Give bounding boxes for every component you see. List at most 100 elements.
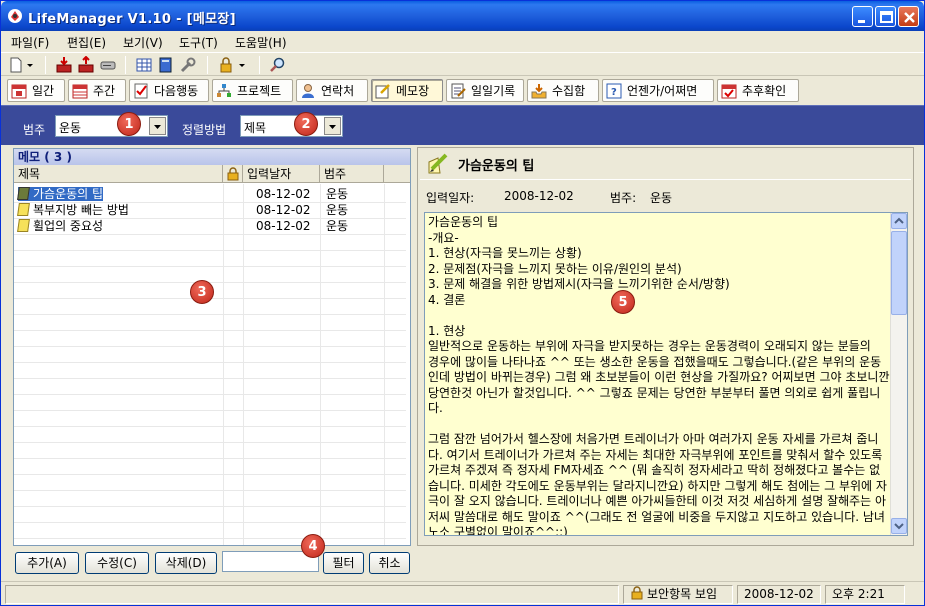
module-contacts-button[interactable]: 연락처	[296, 79, 368, 102]
table-row[interactable]: 복부지방 빼는 방법 08-12-02 운동	[14, 202, 406, 218]
sort-label: 정렬방법	[182, 123, 227, 137]
sort-select[interactable]: 제목	[240, 115, 343, 137]
memo-title: 가슴운동의 팁	[33, 187, 104, 201]
edit-button[interactable]: 수정(C)	[85, 552, 149, 574]
column-header-category[interactable]: 범주	[320, 165, 384, 183]
chevron-down-icon[interactable]	[149, 117, 166, 135]
memo-title: 복부지방 빼는 방법	[33, 203, 129, 217]
app-window: LifeManager V1.10 - [메모장] 파일(F) 편집(E) 보기…	[0, 0, 925, 606]
module-label: 주간	[93, 84, 116, 98]
module-inbox-button[interactable]: 수집함	[527, 79, 599, 102]
grid-line	[14, 394, 406, 395]
grid-line	[14, 378, 406, 379]
menu-file[interactable]: 파일(F)	[11, 34, 49, 51]
grid-line	[14, 314, 406, 315]
add-button[interactable]: 추가(A)	[15, 552, 79, 574]
filter-button[interactable]: 필터	[323, 552, 364, 574]
table-row[interactable]: 휠업의 중요성 08-12-02 운동	[14, 218, 406, 234]
lock-icon	[227, 167, 239, 181]
grid-line	[14, 538, 406, 539]
svg-text:?: ?	[611, 87, 617, 98]
module-someday-button[interactable]: ? 언젠가/어쩌면	[602, 79, 714, 102]
memo-detail-panel: 가슴운동의 팁 입력일자: 2008-12-02 범주: 운동 가슴운동의 팁 …	[417, 147, 914, 546]
minimize-button[interactable]	[852, 6, 873, 27]
module-next-action-button[interactable]: 다음행동	[129, 79, 209, 102]
book-icon[interactable]	[157, 56, 175, 74]
memo-category: 운동	[326, 203, 349, 217]
grid-line	[14, 410, 406, 411]
memo-category: 운동	[326, 187, 349, 201]
delete-button[interactable]: 삭제(D)	[155, 552, 217, 574]
table-row[interactable]: 가슴운동의 팁 08-12-02 운동	[14, 186, 406, 202]
callout-badge-5: 5	[611, 290, 635, 314]
checklist-icon	[134, 83, 148, 98]
memo-body-textarea[interactable]: 가슴운동의 팁 -개요- 1. 현상(자극을 못느끼는 상황) 2. 문제점(자…	[424, 212, 908, 536]
chevron-down-icon[interactable]	[324, 117, 341, 135]
module-label: 일간	[32, 84, 55, 98]
callout-badge-4: 4	[301, 534, 325, 558]
menu-edit[interactable]: 편집(E)	[67, 34, 106, 51]
memo-body-text[interactable]: 가슴운동의 팁 -개요- 1. 현상(자극을 못느끼는 상황) 2. 문제점(자…	[428, 215, 890, 535]
category-select-value: 운동	[59, 121, 82, 135]
dropdown-arrow-icon[interactable]	[25, 56, 35, 74]
wrench-icon[interactable]	[179, 56, 197, 74]
scroll-down-button[interactable]	[891, 518, 907, 534]
memo-scrollbar[interactable]	[890, 213, 907, 535]
lock-icon[interactable]	[217, 56, 235, 74]
memo-icon	[375, 83, 390, 98]
column-header-lock[interactable]	[223, 165, 243, 183]
scroll-up-button[interactable]	[891, 213, 907, 229]
entry-date-label: 입력일자:	[426, 191, 475, 205]
module-weekly-button[interactable]: 주간	[68, 79, 126, 102]
detail-category-label: 범주:	[610, 191, 637, 205]
callout-badge-2: 2	[294, 112, 318, 136]
sort-select-value: 제목	[244, 121, 267, 135]
category-select[interactable]: 운동	[55, 115, 168, 137]
memo-detail-title: 가슴운동의 팁	[458, 159, 535, 174]
import-icon[interactable]	[55, 56, 73, 74]
drive-icon[interactable]	[99, 56, 117, 74]
module-label: 프로젝트	[237, 84, 282, 98]
maximize-icon	[880, 11, 893, 23]
module-project-button[interactable]: 프로젝트	[212, 79, 293, 102]
close-button[interactable]	[898, 6, 919, 27]
module-label: 다음행동	[154, 84, 199, 98]
module-daily-button[interactable]: 일간	[7, 79, 65, 102]
menu-bar: 파일(F) 편집(E) 보기(V) 도구(T) 도움말(H)	[1, 31, 924, 51]
export-icon[interactable]	[77, 56, 95, 74]
menu-view[interactable]: 보기(V)	[123, 34, 163, 51]
module-memo-button[interactable]: 메모장	[371, 79, 443, 102]
filter-bar: 범주 운동 정렬방법 제목 1 2	[1, 105, 924, 145]
contact-icon	[302, 83, 314, 98]
dropdown-arrow-icon[interactable]	[237, 56, 247, 74]
journal-icon	[451, 83, 466, 98]
cancel-button[interactable]: 취소	[369, 552, 410, 574]
grid-line	[14, 442, 406, 443]
detail-category-value: 운동	[650, 191, 673, 205]
column-header-date[interactable]: 입력날자	[243, 165, 320, 183]
someday-icon: ?	[606, 83, 622, 98]
search-icon[interactable]	[269, 56, 287, 74]
memo-list-header: 메모 ( 3 )	[14, 149, 410, 165]
module-label: 언젠가/어쩌면	[627, 84, 698, 98]
memo-title: 휠업의 중요성	[33, 219, 104, 233]
module-journal-button[interactable]: 일일기록	[446, 79, 524, 102]
module-label: 일일기록	[471, 84, 516, 98]
chevron-down-icon	[894, 523, 904, 530]
menu-tools[interactable]: 도구(T)	[179, 34, 218, 51]
title-bar[interactable]: LifeManager V1.10 - [메모장]	[1, 1, 924, 31]
app-icon	[8, 9, 22, 23]
memo-edit-icon	[428, 153, 448, 174]
menu-help[interactable]: 도움말(H)	[235, 34, 287, 51]
status-bar: 보안항목 보임 2008-12-02 오후 2:21	[1, 581, 924, 605]
module-label: 수집함	[552, 84, 586, 98]
module-followup-button[interactable]: 추후확인	[717, 79, 799, 102]
entry-date-value: 2008-12-02	[504, 189, 574, 203]
scroll-thumb[interactable]	[891, 231, 907, 315]
column-header-title[interactable]: 제목	[14, 165, 223, 183]
table-icon[interactable]	[135, 56, 153, 74]
module-toolbar: 일간 주간 다음행동 프로젝트 연락처 메모장 일일기록 수집함 ? 언젠가/어…	[1, 77, 924, 104]
new-document-icon[interactable]	[7, 56, 25, 74]
maximize-button[interactable]	[875, 6, 896, 27]
secure-items-status[interactable]: 보안항목 보임	[623, 585, 733, 604]
